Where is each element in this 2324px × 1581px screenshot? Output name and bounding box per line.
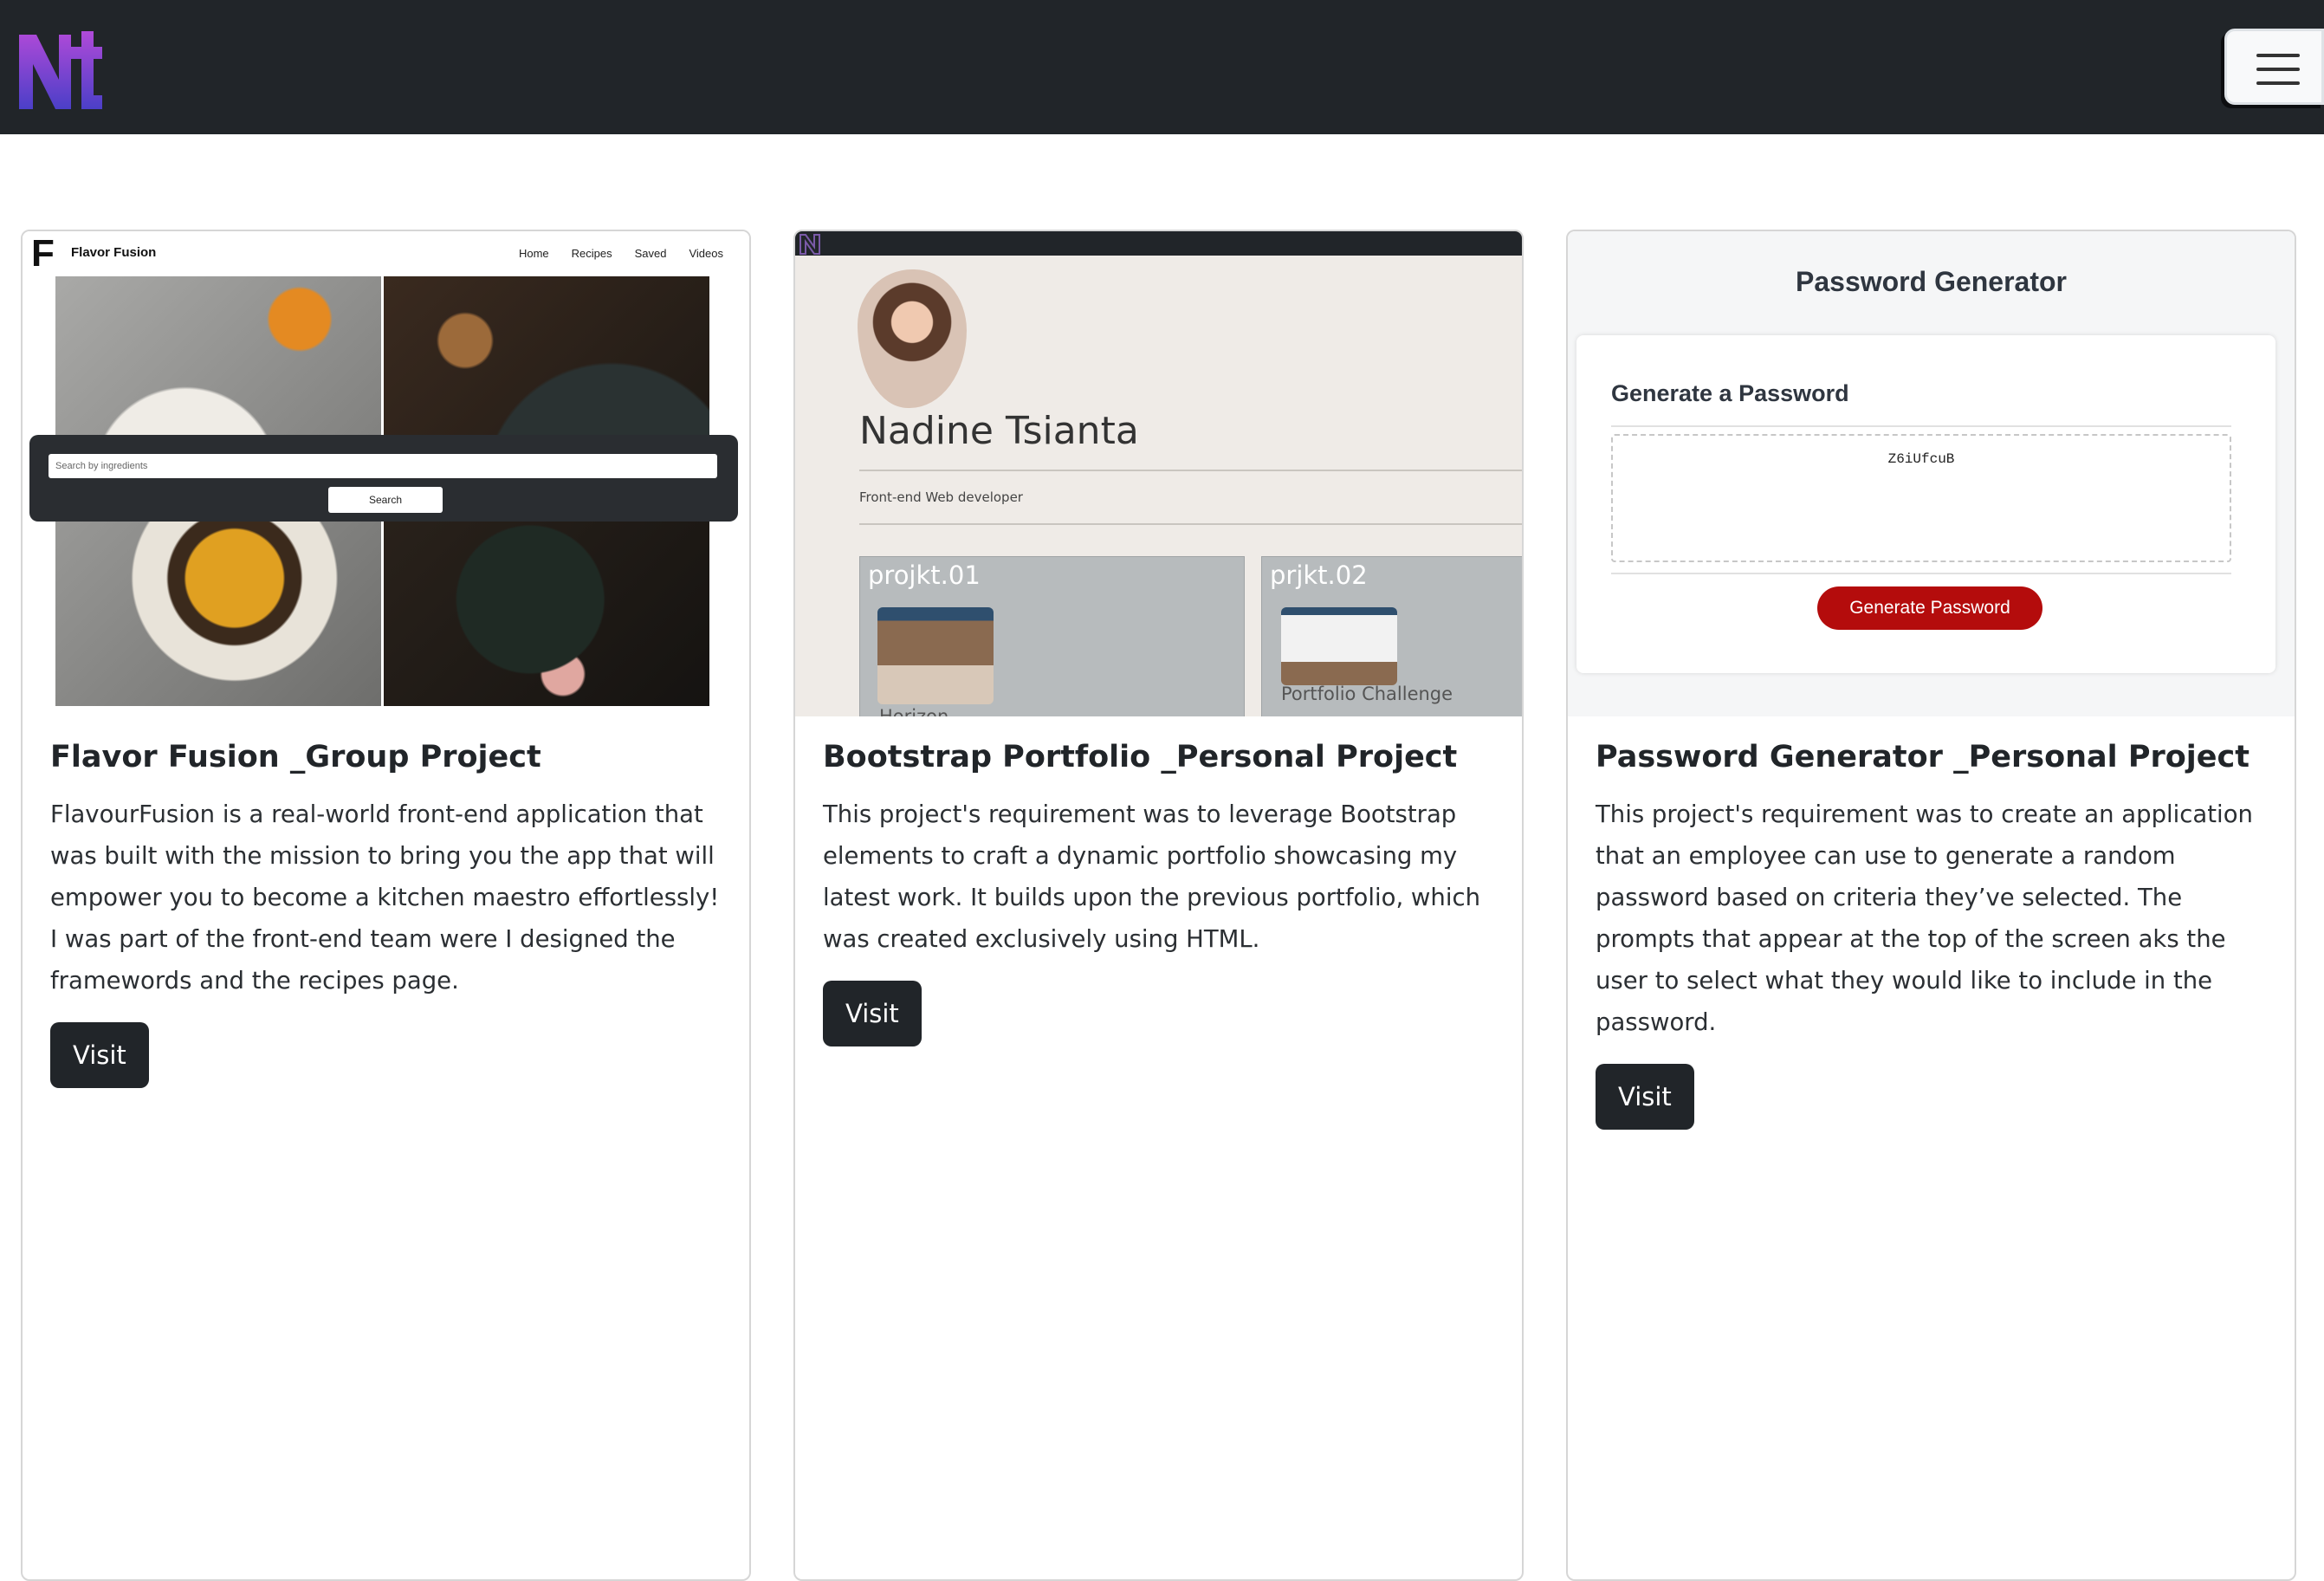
preview-search-button: Search [328, 487, 443, 513]
preview-project-title: projkt.01 [868, 560, 981, 590]
preview-generate-button: Generate Password [1817, 586, 2042, 630]
preview-project-caption: Portfolio Challenge [1281, 684, 1453, 704]
preview-topbar [795, 231, 1522, 256]
preview-project-title: prjkt.02 [1270, 560, 1368, 590]
visit-button[interactable]: Visit [1596, 1063, 1694, 1130]
food-photo [384, 492, 709, 706]
preview-search-input: Search by ingredients [49, 454, 717, 478]
preview-panel: Generate a Password Z6iUfcuB Generate Pa… [1576, 335, 2275, 673]
top-navbar [0, 0, 2324, 134]
project-preview-image: Password Generator Generate a Password Z… [1568, 231, 2295, 716]
project-preview-image: Nadine Tsianta Front-end Web developer p… [795, 231, 1522, 716]
preview-nav-links: Home Recipes Saved Videos [518, 247, 723, 260]
preview-name: Nadine Tsianta [859, 409, 1139, 453]
food-photo [55, 492, 381, 706]
hamburger-icon [2256, 54, 2300, 57]
preview-project-tile: projkt.01 Horizon [859, 556, 1245, 716]
preview-password: Z6iUfcuB [1887, 451, 1955, 467]
preview-project-thumbnail [877, 607, 994, 704]
project-description: FlavourFusion is a real-world front-end … [50, 800, 720, 995]
preview-subheader: Generate a Password [1611, 380, 1849, 406]
divider [1611, 425, 2231, 427]
preview-brand: Flavor Fusion [71, 245, 157, 260]
project-title: Password Generator _Personal Project [1596, 740, 2250, 774]
card-body: Bootstrap Portfolio _Personal Project Th… [823, 738, 1499, 1046]
card-body: Password Generator _Personal Project Thi… [1596, 738, 2271, 1130]
preview-search-bar: Search by ingredients Search [29, 435, 738, 522]
preview-logo-icon [799, 234, 820, 255]
preview-project-caption: Horizon [879, 706, 949, 716]
project-card-bootstrap-portfolio: Nadine Tsianta Front-end Web developer p… [793, 230, 1524, 1581]
project-description: This project's requirement was to create… [1596, 800, 2253, 1036]
divider [1611, 573, 2231, 574]
preview-header: Password Generator [1796, 266, 2067, 297]
divider [859, 470, 1522, 471]
project-preview-image: F Flavor Fusion Home Recipes Saved Video… [23, 231, 749, 716]
visit-button[interactable]: Visit [823, 980, 922, 1046]
project-card-password-generator: Password Generator Generate a Password Z… [1566, 230, 2296, 1581]
preview-navbar: F Flavor Fusion Home Recipes Saved Video… [23, 231, 749, 276]
preview-project-thumbnail [1281, 607, 1397, 685]
preview-logo: F [31, 232, 55, 275]
card-body: Flavor Fusion _Group Project FlavourFusi… [50, 738, 726, 1088]
project-title: Bootstrap Portfolio _Personal Project [823, 740, 1458, 774]
preview-password-box: Z6iUfcuB [1611, 434, 2231, 562]
visit-button[interactable]: Visit [50, 1021, 149, 1088]
preview-role: Front-end Web developer [859, 489, 1023, 505]
project-card-flavor-fusion: F Flavor Fusion Home Recipes Saved Video… [21, 230, 751, 1581]
divider [859, 523, 1522, 525]
project-description: This project's requirement was to levera… [823, 800, 1481, 953]
project-title: Flavor Fusion _Group Project [50, 740, 541, 774]
menu-toggle-button[interactable] [2224, 29, 2324, 105]
preview-project-tile: prjkt.02 Portfolio Challenge [1261, 556, 1522, 716]
nt-logo[interactable] [17, 29, 104, 113]
